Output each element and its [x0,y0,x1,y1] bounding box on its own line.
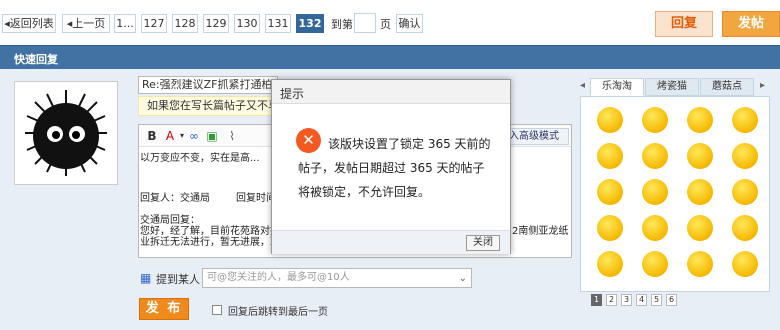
smiley-emoticon-icon[interactable] [597,143,623,169]
smiley-emoticon-icon[interactable] [687,143,713,169]
smiley-emoticon-icon[interactable] [732,107,758,133]
tab-letaotao[interactable]: 乐淘淘 [590,78,644,96]
page-button[interactable]: 129 [203,14,229,33]
page-first-button[interactable]: 1... [114,14,136,33]
image-icon[interactable]: ▣ [205,129,219,143]
mention-icon: ▦ [140,271,152,285]
smiley-emoticon-icon[interactable] [687,179,713,205]
smiley-emoticon-icon[interactable] [687,215,713,241]
jump-last-page-label: 回复后跳转到最后一页 [228,307,328,318]
mention-input[interactable]: 可@您关注的人，最多可@10人 ⌄ [202,268,472,288]
page-button[interactable]: 130 [234,14,260,33]
dialog-message: 该版块设置了锁定 365 天前的帖子，发帖日期超过 365 天的帖子将被锁定，不… [298,137,491,199]
smiley-emoticon-icon[interactable] [732,143,758,169]
quick-reply-header: 快速回复 [0,45,780,69]
goto-prefix: 到第 [331,18,353,31]
smiley-page-button[interactable]: 4 [636,294,647,306]
smiley-emoticon-icon[interactable] [642,107,668,133]
smiley-emoticon-icon[interactable] [597,179,623,205]
submit-button[interactable]: 发 布 [139,298,189,320]
goto-confirm-button[interactable]: 确认 [396,14,423,33]
smiley-emoticon-icon[interactable] [687,107,713,133]
tab-kaocimao[interactable]: 烤瓷猫 [645,78,699,96]
mention-placeholder: 可@您关注的人，最多可@10人 [207,272,350,283]
smiley-emoticon-icon[interactable] [642,215,668,241]
page-button[interactable]: 127 [141,14,167,33]
tab-prev-icon[interactable]: ◂ [580,80,585,91]
attachment-icon[interactable]: ⌇ [225,129,239,143]
mention-row: ▦ 提到某人： 可@您关注的人，最多可@10人 ⌄ [138,268,472,288]
quick-reply-title: 快速回复 [14,53,58,66]
close-button[interactable]: 关闭 [466,235,500,251]
smiley-page-button[interactable]: 3 [621,294,632,306]
page-button[interactable]: 131 [265,14,291,33]
avatar [14,81,118,185]
smiley-tabs: ◂ 乐淘淘 烤瓷猫 蘑菇点 ▸ [580,77,770,97]
content-line: 回复时间 [236,193,276,204]
smiley-emoticon-icon[interactable] [597,107,623,133]
smiley-emoticon-icon[interactable] [642,179,668,205]
prev-page-button[interactable]: ◂上一页 [62,14,110,33]
dialog-title-bar: 提示 [272,80,510,104]
notice-bar: 如果您在写长篇帖子又不马上 [138,96,278,116]
reply-button[interactable]: 回复 [655,11,713,37]
content-line: 以万变应不变，实在是高... [140,153,260,164]
smiley-emoticon-icon[interactable] [642,251,668,277]
tab-next-icon[interactable]: ▸ [760,80,765,91]
smiley-page-button[interactable]: 5 [651,294,662,306]
smiley-emoticon-icon[interactable] [732,215,758,241]
smiley-page-button[interactable]: 2 [606,294,617,306]
current-page-button[interactable]: 132 [296,14,324,33]
dialog-footer: 关闭 [272,230,510,254]
smiley-panel: ◂ 乐淘淘 烤瓷猫 蘑菇点 ▸ 1 2 3 4 5 6 [580,77,770,306]
smiley-emoticon-icon[interactable] [687,251,713,277]
prev-page-label: 上一页 [72,17,106,30]
double-chevron-down-icon[interactable]: ⌄ [459,270,467,288]
back-to-list-label: 返回列表 [9,17,54,30]
dialog-title: 提示 [280,87,305,101]
jump-last-page-checkbox[interactable] [212,305,222,315]
new-post-button[interactable]: 发帖 [722,11,780,37]
content-line: 回复人：交通局 [140,193,210,204]
smiley-page-button[interactable]: 6 [666,294,677,306]
smiley-emoticon-icon[interactable] [732,179,758,205]
soot-sprite-avatar-image [15,82,117,184]
tab-mogudian[interactable]: 蘑菇点 [700,78,754,96]
subject-field[interactable]: Re:强烈建议ZF抓紧打通柏阿路 [138,76,278,94]
smiley-page-button[interactable]: 1 [591,294,602,306]
smiley-emoticon-icon[interactable] [642,143,668,169]
link-icon[interactable]: ∞ [187,129,201,143]
smiley-emoticon-icon[interactable] [732,251,758,277]
pager-bar: ◂返回列表 ◂上一页 1... 127 128 129 130 131 132 … [0,0,780,42]
locked-thread-dialog: 提示 ✕ 该版块设置了锁定 365 天前的帖子，发帖日期超过 365 天的帖子将… [271,79,511,254]
page-button[interactable]: 128 [172,14,198,33]
content-line: 业拆迁无法进行，暂无进展，耳 [140,237,280,248]
smiley-emoticon-icon[interactable] [597,251,623,277]
bold-icon[interactable]: B [145,129,159,143]
goto-suffix: 页 [380,18,391,31]
back-to-list-button[interactable]: ◂返回列表 [2,14,56,33]
smiley-emoticon-icon[interactable] [597,215,623,241]
content-line: 2南侧亚龙纸 [512,226,569,237]
smiley-grid: 1 2 3 4 5 6 [580,96,770,306]
goto-page-input[interactable] [354,13,376,33]
